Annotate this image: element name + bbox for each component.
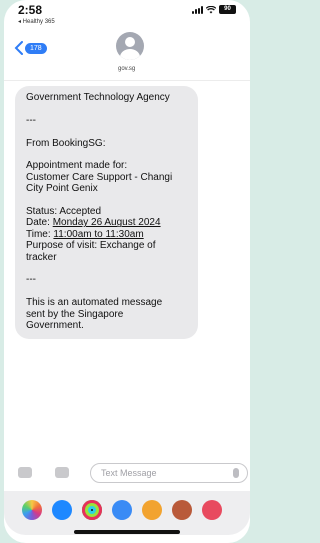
contact-avatar[interactable]	[116, 32, 144, 60]
message-line: sent by the Singapore	[26, 308, 124, 320]
battery-icon: 90	[219, 5, 236, 14]
unread-count-badge: 178	[25, 42, 47, 54]
appstore-icon[interactable]	[52, 500, 72, 520]
photos-icon[interactable]	[22, 500, 42, 520]
message-line: Appointment made for:	[26, 160, 128, 172]
memoji-icon[interactable]	[172, 500, 192, 520]
message-line: Government Technology Agency	[26, 92, 170, 103]
status-bar: 2:58 ◂ Healthy 365 90	[4, 0, 250, 26]
message-line: Customer Care Support - Changi	[26, 171, 173, 183]
message-bubble[interactable]: Government Technology Agency --- From Bo…	[15, 86, 198, 340]
phone-screen: 2:58 ◂ Healthy 365 90 178 gov.sg Governm…	[4, 0, 250, 543]
cellular-signal-icon	[192, 5, 203, 14]
message-line: This is an automated message	[26, 297, 163, 309]
apps-icon[interactable]	[55, 467, 69, 478]
message-time-line: Time: 11:00am to 11:30am	[26, 229, 190, 240]
chevron-left-icon	[14, 41, 23, 55]
header-divider	[4, 80, 250, 81]
message-line: ---	[26, 274, 36, 286]
message-line: From BookingSG:	[26, 137, 106, 149]
message-date-line: Date: Monday 26 August 2024	[26, 217, 190, 228]
time-label: Time:	[26, 228, 54, 240]
audio-message-icon[interactable]	[112, 500, 132, 520]
date-label: Date:	[26, 217, 53, 229]
camera-icon[interactable]	[18, 467, 32, 478]
message-input[interactable]: Text Message	[90, 463, 248, 483]
search-icon[interactable]	[202, 500, 222, 520]
compose-bar: Text Message	[4, 461, 250, 487]
message-input-placeholder: Text Message	[101, 468, 157, 478]
wifi-icon	[206, 5, 216, 13]
message-line: Government.	[26, 320, 84, 332]
message-line: Purpose of visit: Exchange of	[26, 240, 156, 252]
microphone-icon[interactable]	[233, 468, 239, 478]
message-line: City Point Genix	[26, 183, 98, 195]
time-link[interactable]: 11:00am to 11:30am	[53, 229, 143, 240]
status-icons: 90	[192, 5, 236, 14]
message-line: tracker	[26, 251, 57, 263]
home-indicator[interactable]	[74, 530, 180, 534]
fitness-icon[interactable]	[82, 500, 102, 520]
message-line: ---	[26, 114, 36, 126]
date-link[interactable]: Monday 26 August 2024	[53, 217, 161, 228]
back-button[interactable]: 178	[14, 41, 47, 55]
status-time: 2:58	[18, 3, 43, 17]
message-line: Status: Accepted	[26, 206, 102, 217]
back-to-app-link[interactable]: ◂ Healthy 365	[18, 18, 55, 25]
imessage-app-strip	[4, 491, 250, 535]
contact-name[interactable]: gov.sg	[118, 66, 135, 72]
memoji-icon[interactable]	[142, 500, 162, 520]
